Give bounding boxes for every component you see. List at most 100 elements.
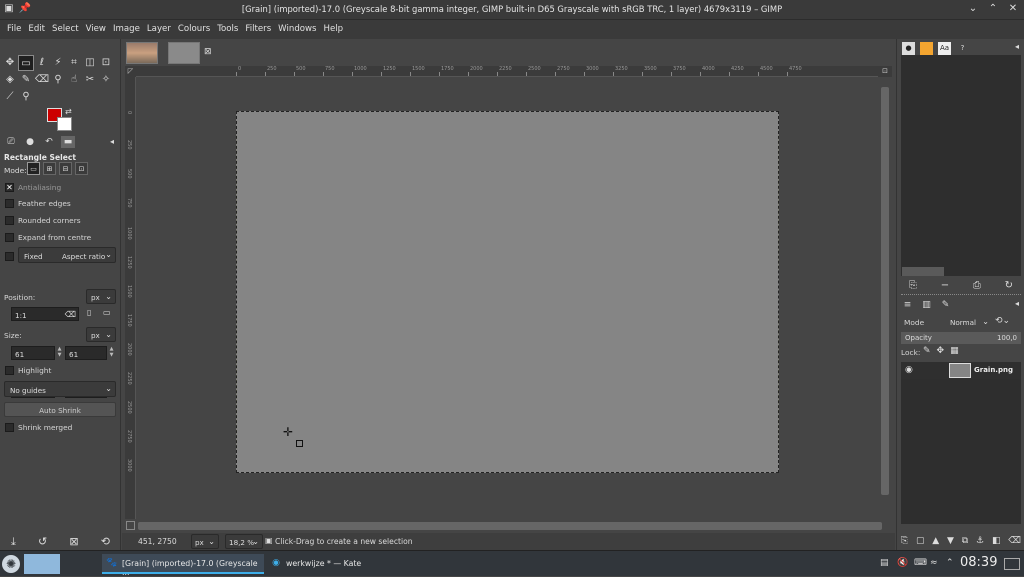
- lower-icon[interactable]: ▼: [947, 536, 954, 546]
- rect-select-tool-icon[interactable]: ▭: [18, 55, 34, 71]
- tab-tool-options[interactable]: ⎚: [4, 136, 18, 148]
- eye-icon[interactable]: ◉: [905, 365, 913, 375]
- layers-pane[interactable]: [901, 379, 1021, 524]
- panel-menu-icon[interactable]: ◂: [110, 137, 114, 146]
- save-preset-icon[interactable]: ⤓: [11, 535, 16, 549]
- volume-muted-icon[interactable]: 🔇: [897, 558, 908, 568]
- new-group-icon[interactable]: ▢: [916, 536, 925, 546]
- tab-help-icon[interactable]: ?: [956, 42, 969, 55]
- feather-edges-checkbox[interactable]: Feather edges: [5, 198, 115, 209]
- mode-switch-icon[interactable]: ⟲⌄: [995, 316, 1010, 326]
- raise-icon[interactable]: ▲: [932, 536, 939, 546]
- fixed-mode-combo[interactable]: Fixed Aspect ratio ⌄: [18, 247, 116, 263]
- panel-menu-icon[interactable]: ◂: [1015, 299, 1019, 308]
- paths-tool-icon[interactable]: ✧: [98, 72, 114, 88]
- tab-brushes[interactable]: ●: [902, 41, 915, 55]
- duplicate-icon[interactable]: ⧉: [962, 536, 968, 546]
- image-tab-photo[interactable]: [126, 42, 158, 64]
- tab-undo-history[interactable]: ↶: [42, 136, 56, 148]
- position-x-spin[interactable]: ▲ ▼: [55, 346, 64, 358]
- restore-preset-icon[interactable]: ↺: [38, 535, 47, 549]
- tab-patterns[interactable]: [920, 41, 933, 55]
- tab-device-status[interactable]: ●: [23, 136, 37, 148]
- mask-icon[interactable]: ◧: [992, 536, 1001, 546]
- landscape-icon[interactable]: ▭: [103, 308, 111, 317]
- delete-preset-icon[interactable]: ⊠: [69, 535, 78, 549]
- close-button[interactable]: ✕: [1006, 2, 1020, 16]
- task-gimp[interactable]: 🐾 [Grain] (imported)-17.0 (Greyscale ...: [102, 554, 264, 577]
- mode-replace-icon[interactable]: ▭: [27, 162, 40, 175]
- image-tab-grain[interactable]: [168, 42, 200, 64]
- clear-field-icon[interactable]: ⌫: [65, 310, 76, 319]
- print-icon[interactable]: ⎙: [973, 280, 981, 291]
- menu-layer[interactable]: Layer: [144, 20, 175, 39]
- edit-brush-icon[interactable]: ⎘: [909, 280, 917, 291]
- delete-layer-icon[interactable]: ⌫: [1008, 536, 1021, 546]
- background-color-swatch[interactable]: [57, 117, 72, 131]
- size-unit-combo[interactable]: px ⌄: [86, 327, 116, 342]
- zoom-combo[interactable]: 18,2 % ⌄: [225, 534, 263, 549]
- antialiasing-checkbox[interactable]: ✕ Antialiasing: [5, 182, 115, 193]
- paintbrush-tool-icon[interactable]: ✎: [18, 72, 34, 88]
- position-unit-combo[interactable]: px ⌄: [86, 289, 116, 304]
- menu-file[interactable]: File: [4, 20, 25, 39]
- fixed-checkbox[interactable]: [5, 251, 17, 262]
- color-picker-tool-icon[interactable]: ⟋: [2, 89, 18, 105]
- anchor-icon[interactable]: ⚓: [976, 536, 984, 546]
- menu-tools[interactable]: Tools: [214, 20, 242, 39]
- tab-images[interactable]: ▬: [61, 136, 75, 148]
- panel-menu-icon[interactable]: ◂: [1015, 42, 1019, 51]
- clone-tool-icon[interactable]: ⚲: [50, 72, 66, 88]
- opacity-slider[interactable]: Opacity 100,0: [901, 332, 1021, 344]
- menu-view[interactable]: View: [83, 20, 110, 39]
- menu-edit[interactable]: Edit: [25, 20, 49, 39]
- mode-add-icon[interactable]: ⊞: [43, 162, 56, 175]
- keyboard-icon[interactable]: ⌨: [914, 558, 927, 568]
- highlight-checkbox[interactable]: Highlight: [5, 365, 115, 376]
- mode-subtract-icon[interactable]: ⊟: [59, 162, 72, 175]
- clock[interactable]: 08:39: [960, 555, 997, 570]
- position-y-spin[interactable]: ▲ ▼: [107, 346, 116, 358]
- refresh-icon[interactable]: ↻: [1005, 280, 1013, 291]
- portrait-icon[interactable]: ▯: [87, 308, 91, 317]
- tab-paths[interactable]: ✎: [939, 300, 952, 310]
- dodge-burn-tool-icon[interactable]: ✂: [82, 72, 98, 88]
- image-canvas[interactable]: [236, 111, 779, 473]
- bucket-fill-tool-icon[interactable]: ◈: [2, 72, 18, 88]
- unit-combo[interactable]: px ⌄: [191, 534, 219, 549]
- tab-layers[interactable]: ≡: [901, 300, 914, 310]
- warp-transform-tool-icon[interactable]: ⊡: [98, 55, 114, 71]
- lock-pixels-icon[interactable]: ✎: [923, 346, 931, 356]
- guides-combo[interactable]: No guides ⌄: [4, 381, 116, 397]
- smudge-tool-icon[interactable]: ☝: [66, 72, 82, 88]
- clipboard-icon[interactable]: ▤: [880, 558, 889, 568]
- position-x-field[interactable]: 61: [11, 346, 55, 360]
- mode-intersect-icon[interactable]: ⊡: [75, 162, 88, 175]
- position-y-field[interactable]: 61: [65, 346, 107, 360]
- app-launcher-icon[interactable]: ✺: [2, 555, 20, 573]
- swap-colors-icon[interactable]: ⇄: [65, 107, 72, 116]
- menu-filters[interactable]: Filters: [242, 20, 275, 39]
- tray-expand-icon[interactable]: ⌃: [946, 558, 954, 568]
- move-tool-icon[interactable]: ✥: [2, 55, 18, 71]
- vertical-scrollbar[interactable]: [878, 77, 892, 519]
- new-layer-icon[interactable]: ⎘: [901, 536, 908, 546]
- task-kate[interactable]: ◉ werkwijze * — Kate: [266, 554, 430, 574]
- ratio-field[interactable]: 1:1 ⌫: [11, 307, 79, 321]
- unified-transform-tool-icon[interactable]: ◫: [82, 55, 98, 71]
- show-desktop-icon[interactable]: [1004, 558, 1020, 570]
- lasso-tool-icon[interactable]: ℓ: [34, 55, 50, 71]
- expand-from-centre-checkbox[interactable]: Expand from centre: [5, 232, 115, 243]
- network-icon[interactable]: ≈: [930, 558, 938, 568]
- quick-mask-corner-icon[interactable]: ◸: [125, 66, 136, 77]
- lock-position-icon[interactable]: ✥: [937, 346, 945, 356]
- shrink-merged-checkbox[interactable]: Shrink merged: [5, 422, 115, 433]
- menu-help[interactable]: Help: [321, 20, 348, 39]
- menu-image[interactable]: Image: [110, 20, 144, 39]
- close-tab-icon[interactable]: ⊠: [204, 47, 212, 57]
- tab-channels[interactable]: ▥: [920, 300, 933, 310]
- zoom-lock-icon[interactable]: ⊡: [878, 66, 892, 77]
- fuzzy-select-tool-icon[interactable]: ⚡: [50, 55, 66, 71]
- minimize-button[interactable]: ⌄: [966, 2, 980, 16]
- layer-row[interactable]: ◉ Grain.png: [901, 362, 1021, 379]
